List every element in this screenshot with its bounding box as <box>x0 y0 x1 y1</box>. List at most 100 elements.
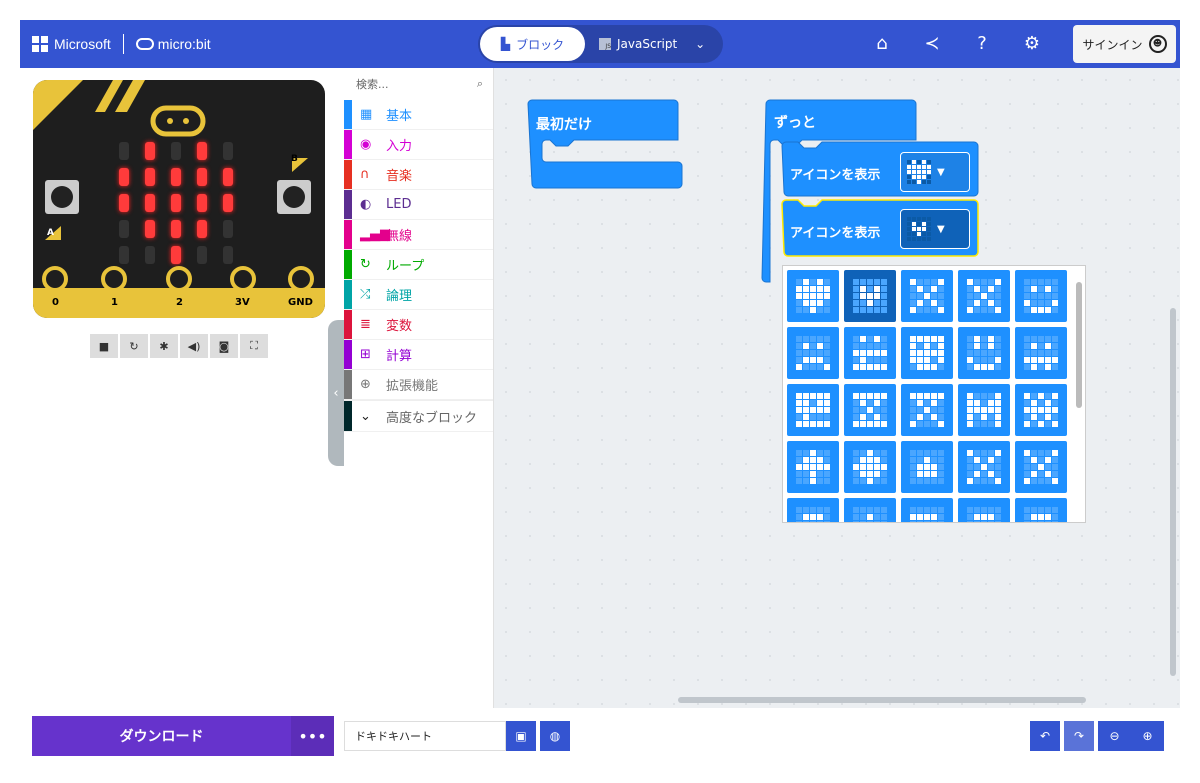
toolbox-category[interactable]: ◐ LED <box>344 190 493 220</box>
led-pixel[interactable] <box>171 220 181 238</box>
screenshot-icon[interactable]: ◙ <box>210 334 238 358</box>
pin-gnd-ring[interactable] <box>288 266 314 292</box>
icon-option[interactable] <box>958 384 1010 436</box>
save-icon[interactable]: ▣ <box>506 721 536 751</box>
stop-icon[interactable]: ■ <box>90 334 118 358</box>
icon-option[interactable] <box>787 441 839 493</box>
zoom-in-icon[interactable]: ⊕ <box>1142 729 1152 743</box>
button-a[interactable] <box>45 180 79 214</box>
download-button[interactable]: ダウンロード <box>32 716 291 756</box>
toolbox-search[interactable]: 検索... ⌕ <box>344 68 493 100</box>
toolbox-category[interactable]: ⊞ 計算 <box>344 340 493 370</box>
icon-option[interactable] <box>1015 327 1067 379</box>
zoom-out-icon[interactable]: ⊖ <box>1109 729 1119 743</box>
icon-option[interactable] <box>901 498 953 522</box>
pin-3v-ring[interactable] <box>230 266 256 292</box>
led-pixel[interactable] <box>145 220 155 238</box>
help-icon[interactable]: ? <box>970 32 994 56</box>
restart-icon[interactable]: ↻ <box>120 334 148 358</box>
debug-icon[interactable]: ✱ <box>150 334 178 358</box>
led-pixel[interactable] <box>119 168 129 186</box>
led-pixel[interactable] <box>223 168 233 186</box>
icon-dropdown-2[interactable]: ▼ <box>900 209 970 249</box>
led-pixel[interactable] <box>171 142 181 160</box>
button-b[interactable] <box>277 180 311 214</box>
icon-option[interactable] <box>787 498 839 522</box>
toolbox-category[interactable]: ▦ 基本 <box>344 100 493 130</box>
pin-1-ring[interactable] <box>101 266 127 292</box>
signin-button[interactable]: サインイン ☻ <box>1073 25 1176 63</box>
icon-option[interactable] <box>958 441 1010 493</box>
icon-option[interactable] <box>958 270 1010 322</box>
icon-option[interactable] <box>901 441 953 493</box>
led-pixel[interactable] <box>223 220 233 238</box>
icon-option[interactable] <box>958 498 1010 522</box>
led-pixel[interactable] <box>197 220 207 238</box>
search-input[interactable]: 検索... <box>356 76 389 92</box>
workspace-horizontal-scrollbar[interactable] <box>678 697 1086 703</box>
icon-option[interactable] <box>1015 498 1067 522</box>
picker-scrollbar[interactable] <box>1075 268 1083 520</box>
led-pixel[interactable] <box>119 142 129 160</box>
icon-option[interactable] <box>901 384 953 436</box>
led-pixel[interactable] <box>145 168 155 186</box>
toolbox-category[interactable]: ◉ 入力 <box>344 130 493 160</box>
home-icon[interactable]: ⌂ <box>870 32 894 56</box>
led-pixel[interactable] <box>145 246 155 264</box>
icon-option[interactable] <box>844 327 896 379</box>
blocks-tab[interactable]: ▙ ブロック <box>480 27 585 61</box>
led-pixel[interactable] <box>223 194 233 212</box>
icon-option[interactable] <box>787 270 839 322</box>
icon-option[interactable] <box>1015 384 1067 436</box>
brand[interactable]: Microsoft micro:bit <box>32 34 211 54</box>
led-pixel[interactable] <box>197 168 207 186</box>
mute-icon[interactable]: ◀) <box>180 334 208 358</box>
collapse-simulator-button[interactable]: ‹ <box>328 320 344 466</box>
pin-2-ring[interactable] <box>166 266 192 292</box>
project-name-input[interactable]: ドキドキハート <box>344 721 506 751</box>
pin-0-ring[interactable] <box>42 266 68 292</box>
led-pixel[interactable] <box>197 194 207 212</box>
toolbox-category[interactable]: ≣ 変数 <box>344 310 493 340</box>
more-options-button[interactable]: ••• <box>291 716 334 756</box>
workspace-vertical-scrollbar[interactable] <box>1170 308 1176 676</box>
icon-option[interactable] <box>958 327 1010 379</box>
icon-option[interactable] <box>1015 270 1067 322</box>
led-pixel[interactable] <box>171 194 181 212</box>
icon-dropdown-1[interactable]: ▼ <box>900 152 970 192</box>
led-pixel[interactable] <box>223 142 233 160</box>
toolbox-category[interactable]: ⤮ 論理 <box>344 280 493 310</box>
icon-option[interactable] <box>787 384 839 436</box>
icon-option[interactable] <box>844 270 896 322</box>
icon-option[interactable] <box>901 327 953 379</box>
led-pixel[interactable] <box>171 246 181 264</box>
led-pixel[interactable] <box>223 246 233 264</box>
led-pixel[interactable] <box>119 194 129 212</box>
settings-icon[interactable]: ⚙ <box>1020 32 1044 56</box>
led-pixel[interactable] <box>119 220 129 238</box>
led-pixel[interactable] <box>145 194 155 212</box>
led-pixel[interactable] <box>171 168 181 186</box>
toolbox-category[interactable]: ∩ 音楽 <box>344 160 493 190</box>
icon-option[interactable] <box>901 270 953 322</box>
icon-option[interactable] <box>787 327 839 379</box>
toolbox-category[interactable]: ▂▄▆ 無線 <box>344 220 493 250</box>
icon-option[interactable] <box>1015 441 1067 493</box>
icon-option[interactable] <box>844 384 896 436</box>
toolbox-category[interactable]: ↻ ループ <box>344 250 493 280</box>
led-pixel[interactable] <box>197 246 207 264</box>
led-pixel[interactable] <box>119 246 129 264</box>
github-icon[interactable]: ◍ <box>540 721 570 751</box>
led-pixel[interactable] <box>197 142 207 160</box>
icon-option[interactable] <box>844 441 896 493</box>
icon-option[interactable] <box>844 498 896 522</box>
advanced-blocks[interactable]: ⌄ 高度なブロック <box>344 400 493 432</box>
led-pixel[interactable] <box>145 142 155 160</box>
redo-icon[interactable]: ↷ <box>1064 721 1094 751</box>
fullscreen-icon[interactable]: ⛶ <box>240 334 268 358</box>
share-icon[interactable]: ≺ <box>920 32 944 56</box>
workspace-canvas[interactable]: 最初だけ ずっと アイコンを表示 アイコンを表示 ▼ ▼ <box>494 68 1180 708</box>
chevron-down-icon[interactable]: ⌄ <box>695 37 705 51</box>
toolbox-category[interactable]: ⊕ 拡張機能 <box>344 370 493 400</box>
javascript-tab[interactable]: JS JavaScript <box>599 37 677 51</box>
